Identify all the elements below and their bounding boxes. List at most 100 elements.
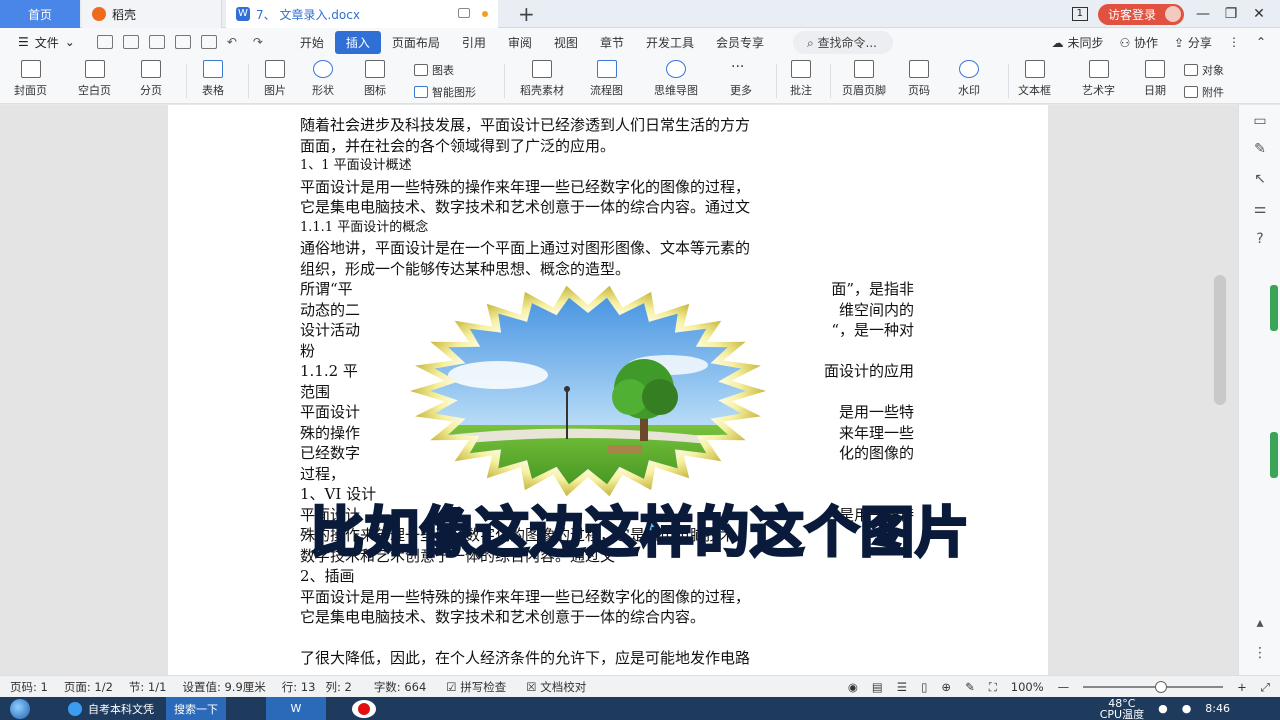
- more-button[interactable]: ··· 更多: [730, 60, 752, 98]
- scroll-up-icon[interactable]: ▴: [1251, 615, 1269, 631]
- zoom-slider-knob[interactable]: [1155, 681, 1168, 693]
- redo-icon[interactable]: ↷: [253, 35, 269, 49]
- fullscreen-icon[interactable]: ⤢: [1261, 680, 1270, 695]
- command-search[interactable]: ⌕ 查找命令...: [792, 30, 893, 54]
- new-tab-button[interactable]: +: [518, 3, 535, 25]
- mindmap-button[interactable]: 思维导图: [654, 60, 698, 98]
- page-break-button[interactable]: 分页: [140, 60, 162, 98]
- spell-check-button[interactable]: ☑ 拼写检查: [446, 679, 506, 695]
- picture-button[interactable]: 图片: [264, 60, 286, 98]
- wordart-button[interactable]: 艺术字: [1082, 60, 1115, 98]
- format-painter-icon[interactable]: [148, 35, 165, 49]
- record-button[interactable]: [352, 699, 376, 718]
- tab-home[interactable]: 首页: [0, 0, 80, 28]
- page-indicator[interactable]: 1: [1071, 7, 1088, 21]
- side-tab-indicator[interactable]: [1270, 285, 1278, 331]
- tab-references[interactable]: 引用: [451, 31, 497, 54]
- date-button[interactable]: 日期: [1144, 60, 1166, 98]
- tab-review[interactable]: 审阅: [497, 31, 543, 54]
- header-footer-button[interactable]: 页眉页脚: [842, 60, 886, 98]
- attachment-button[interactable]: 附件: [1184, 84, 1224, 100]
- tab-daoke[interactable]: 稻壳: [82, 0, 222, 28]
- more-options-icon[interactable]: ⋮: [1251, 645, 1269, 661]
- outline-view-icon[interactable]: ☰: [897, 680, 907, 694]
- object-button[interactable]: 对象: [1184, 62, 1224, 78]
- comment-button[interactable]: 批注: [790, 60, 812, 98]
- window-icon[interactable]: [458, 8, 470, 18]
- save-icon[interactable]: [122, 35, 139, 49]
- tab-document[interactable]: W 7、 文章录入.docx: [226, 0, 498, 28]
- watermark-button[interactable]: 水印: [958, 60, 980, 98]
- file-menu[interactable]: ☰ 文件 ⌄: [18, 34, 75, 51]
- inserted-picture[interactable]: [408, 285, 768, 497]
- print-preview-icon[interactable]: [200, 35, 217, 49]
- login-label: 访客登录: [1107, 7, 1156, 22]
- divider: [248, 64, 249, 98]
- tray-icon[interactable]: ●: [1158, 702, 1168, 715]
- tab-view[interactable]: 视图: [543, 31, 589, 54]
- icon-button[interactable]: 图标: [364, 60, 386, 98]
- more-icon[interactable]: ⋮: [1228, 35, 1240, 49]
- tab-developer[interactable]: 开发工具: [635, 31, 705, 54]
- zoom-out-icon[interactable]: —: [1058, 680, 1070, 694]
- write-view-icon[interactable]: ✎: [965, 680, 975, 694]
- sync-button[interactable]: ☁ 未同步: [1052, 34, 1104, 51]
- open-folder-icon[interactable]: [96, 35, 113, 49]
- zoom-in-icon[interactable]: +: [1237, 680, 1247, 694]
- help-icon[interactable]: ?: [1251, 231, 1269, 247]
- vertical-scrollbar[interactable]: [1214, 275, 1226, 405]
- settings-sliders-icon[interactable]: ⚌: [1251, 201, 1269, 217]
- cpu-temp-value: 48°C: [1108, 696, 1136, 710]
- taskbar-wps[interactable]: W: [266, 697, 326, 720]
- smartart-button[interactable]: 智能图形: [414, 84, 476, 100]
- wrapped-text-right: 面设计的应用: [823, 362, 914, 380]
- web-view-icon[interactable]: ⊕: [941, 680, 951, 694]
- wps-writer-icon: W: [236, 7, 250, 21]
- cover-page-button[interactable]: 封面页: [14, 60, 47, 98]
- taskbar-browser[interactable]: 自考本科文凭: [60, 697, 162, 720]
- page-number-button[interactable]: 页码: [908, 60, 930, 98]
- select-cursor-icon[interactable]: ↖: [1251, 171, 1269, 187]
- daoke-material-button[interactable]: 稻壳素材: [520, 60, 564, 98]
- fit-page-icon[interactable]: ⛶: [989, 680, 997, 695]
- wordart-icon: [1088, 60, 1109, 78]
- chart-label: 图表: [432, 64, 454, 77]
- collapse-ribbon-icon[interactable]: ⌃: [1256, 35, 1266, 49]
- reading-view-icon[interactable]: ▯: [921, 680, 927, 694]
- clock[interactable]: 8:46: [1205, 703, 1230, 714]
- tab-member[interactable]: 会员专享: [705, 31, 775, 54]
- textbox-button[interactable]: 文本框: [1018, 60, 1051, 98]
- shape-button[interactable]: 形状: [312, 60, 334, 98]
- page-view-icon[interactable]: ▤: [872, 680, 883, 694]
- flowchart-button[interactable]: 流程图: [590, 60, 623, 98]
- blank-page-button[interactable]: 空白页: [78, 60, 111, 98]
- watermark-label: 水印: [958, 84, 980, 97]
- chart-button[interactable]: 图表: [414, 62, 454, 78]
- zoom-level[interactable]: 100%: [1011, 680, 1044, 694]
- tab-section[interactable]: 章节: [589, 31, 635, 54]
- tab-page-layout[interactable]: 页面布局: [381, 31, 451, 54]
- minimize-icon[interactable]: —: [1194, 6, 1212, 22]
- print-icon[interactable]: [174, 35, 191, 49]
- tab-insert[interactable]: 插入: [334, 30, 381, 54]
- proofread-label: 文档校对: [540, 679, 587, 694]
- taskbar-search[interactable]: 搜索一下: [166, 697, 226, 720]
- document-page[interactable]: 随着社会进步及科技发展，平面设计已经渗透到人们日常生活的方方 面面，并在社会的各…: [168, 105, 1048, 675]
- collaborate-button[interactable]: ⚇ 协作: [1119, 34, 1158, 51]
- properties-icon[interactable]: ▭: [1251, 113, 1269, 129]
- tray-icon[interactable]: ●: [1182, 702, 1192, 715]
- share-button[interactable]: ⇪ 分享: [1174, 34, 1212, 51]
- close-icon[interactable]: ✕: [1250, 6, 1268, 22]
- eye-protect-icon[interactable]: ◉: [848, 680, 858, 694]
- zoom-slider[interactable]: [1083, 681, 1224, 693]
- pen-icon[interactable]: ✎: [1251, 141, 1269, 157]
- side-tab-indicator[interactable]: [1270, 432, 1278, 478]
- start-button[interactable]: [0, 697, 40, 720]
- table-button[interactable]: 表格: [202, 60, 224, 98]
- status-words[interactable]: 字数: 664: [374, 679, 426, 695]
- tab-start[interactable]: 开始: [289, 31, 335, 54]
- proofread-button[interactable]: ☒ 文档校对: [526, 679, 586, 695]
- login-button[interactable]: 访客登录: [1097, 3, 1184, 25]
- restore-icon[interactable]: ❐: [1222, 6, 1240, 22]
- undo-icon[interactable]: ↶: [227, 35, 243, 49]
